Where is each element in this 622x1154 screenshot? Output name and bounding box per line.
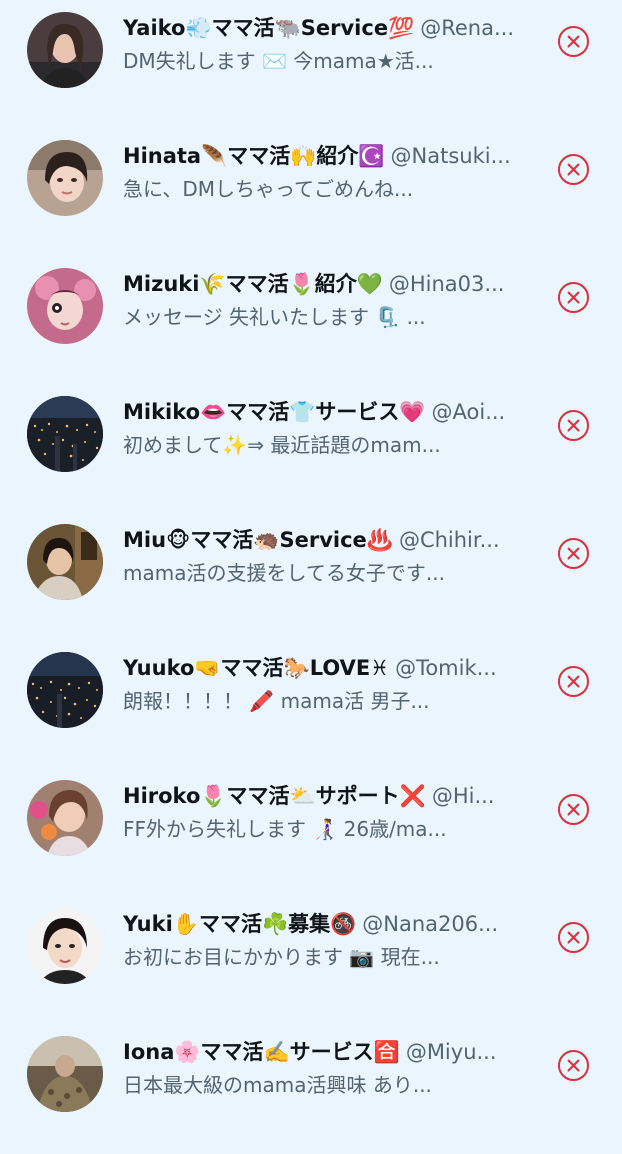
close-icon <box>567 163 580 176</box>
remove-button[interactable] <box>558 282 589 313</box>
avatar[interactable] <box>27 12 103 88</box>
avatar[interactable] <box>27 140 103 216</box>
portrait-icon <box>27 908 103 984</box>
account-list: Yaiko💨ママ活🐃Service💯 @Rena... DM失礼します ✉️ 今m… <box>0 0 622 1154</box>
user-name[interactable]: Yaiko💨ママ活🐃Service💯 <box>123 16 414 40</box>
remove-button[interactable] <box>558 922 589 953</box>
avatar[interactable] <box>27 268 103 344</box>
avatar[interactable] <box>27 396 103 472</box>
user-handle: @Nana206... <box>362 912 499 936</box>
portrait-icon <box>27 140 103 216</box>
portrait-icon <box>27 268 103 344</box>
user-name[interactable]: Iona🌸ママ活✍️サービス🈴 <box>123 1040 400 1064</box>
user-handle: @Chihir... <box>398 528 500 552</box>
portrait-icon <box>27 780 103 856</box>
close-icon <box>567 291 580 304</box>
user-bio: メッセージ 失礼いたします 🗜️ ... <box>123 305 426 329</box>
remove-button[interactable] <box>558 538 589 569</box>
close-icon <box>567 547 580 560</box>
close-icon <box>567 419 580 432</box>
close-icon <box>567 675 580 688</box>
list-item[interactable]: Hinata🪶ママ活🙌紹介☪️ @Natsuki... 急に、DMしちゃってごめん… <box>0 128 622 256</box>
user-bio: お初にお目にかかります 📷 現在... <box>123 945 440 969</box>
user-bio: 初めまして✨⇒ 最近話題のmam... <box>123 433 441 457</box>
user-name[interactable]: Hinata🪶ママ活🙌紹介☪️ <box>123 144 385 168</box>
user-handle: @Hina03... <box>388 272 505 296</box>
close-icon <box>567 35 580 48</box>
remove-button[interactable] <box>558 666 589 697</box>
user-handle: @Miyu... <box>405 1040 497 1064</box>
user-bio: 急に、DMしちゃってごめんね... <box>123 177 414 201</box>
user-name[interactable]: Miu🐵ママ活🦔Service♨️ <box>123 528 393 552</box>
user-bio: 日本最大級のmama活興味 あり... <box>123 1073 432 1097</box>
night-city-icon <box>27 396 103 472</box>
close-icon <box>567 803 580 816</box>
list-item[interactable]: Miu🐵ママ活🦔Service♨️ @Chihir... mama活の支援をしてる… <box>0 512 622 640</box>
avatar[interactable] <box>27 652 103 728</box>
list-item[interactable]: Yuuko🤜ママ活🐎LOVE♓ @Tomik... 朗報！！！！ 🖍️ mama活… <box>0 640 622 768</box>
user-name[interactable]: Mizuki🌾ママ活🌷紹介💚 <box>123 272 383 296</box>
night-city-icon <box>27 652 103 728</box>
avatar[interactable] <box>27 524 103 600</box>
portrait-icon <box>27 524 103 600</box>
portrait-icon <box>27 12 103 88</box>
list-item[interactable]: Yaiko💨ママ活🐃Service💯 @Rena... DM失礼します ✉️ 今m… <box>0 0 622 128</box>
user-handle: @Hi... <box>431 784 495 808</box>
remove-button[interactable] <box>558 410 589 441</box>
close-icon <box>567 1059 580 1072</box>
close-icon <box>567 931 580 944</box>
user-bio: mama活の支援をしてる女子です... <box>123 561 445 585</box>
portrait-icon <box>27 1036 103 1112</box>
user-name[interactable]: Yuuko🤜ママ活🐎LOVE♓ <box>123 656 389 680</box>
user-handle: @Tomik... <box>395 656 497 680</box>
list-item[interactable]: Iona🌸ママ活✍️サービス🈴 @Miyu... 日本最大級のmama活興味 あり… <box>0 1024 622 1152</box>
user-name[interactable]: Mikiko👄ママ活👕サービス💗 <box>123 400 426 424</box>
avatar[interactable] <box>27 908 103 984</box>
list-item[interactable]: Hiroko🌷ママ活⛅サポート❌ @Hi... FF外から失礼します 👩‍🦯 26… <box>0 768 622 896</box>
remove-button[interactable] <box>558 794 589 825</box>
remove-button[interactable] <box>558 26 589 57</box>
user-name[interactable]: Yuki✋ママ活☘️募集🚳 <box>123 912 356 936</box>
user-bio: DM失礼します ✉️ 今mama★活... <box>123 49 434 73</box>
list-item[interactable]: Yuki✋ママ活☘️募集🚳 @Nana206... お初にお目にかかります 📷 現… <box>0 896 622 1024</box>
avatar[interactable] <box>27 1036 103 1112</box>
avatar[interactable] <box>27 780 103 856</box>
remove-button[interactable] <box>558 1050 589 1081</box>
list-item[interactable]: Mizuki🌾ママ活🌷紹介💚 @Hina03... メッセージ 失礼いたします 🗜… <box>0 256 622 384</box>
user-handle: @Natsuki... <box>390 144 511 168</box>
user-bio: FF外から失礼します 👩‍🦯 26歳/ma... <box>123 817 447 841</box>
list-item[interactable]: Mikiko👄ママ活👕サービス💗 @Aoi... 初めまして✨⇒ 最近話題のmam… <box>0 384 622 512</box>
user-handle: @Aoi... <box>431 400 506 424</box>
user-handle: @Rena... <box>420 16 515 40</box>
remove-button[interactable] <box>558 154 589 185</box>
user-bio: 朗報！！！！ 🖍️ mama活 男子... <box>123 689 430 713</box>
user-name[interactable]: Hiroko🌷ママ活⛅サポート❌ <box>123 784 426 808</box>
